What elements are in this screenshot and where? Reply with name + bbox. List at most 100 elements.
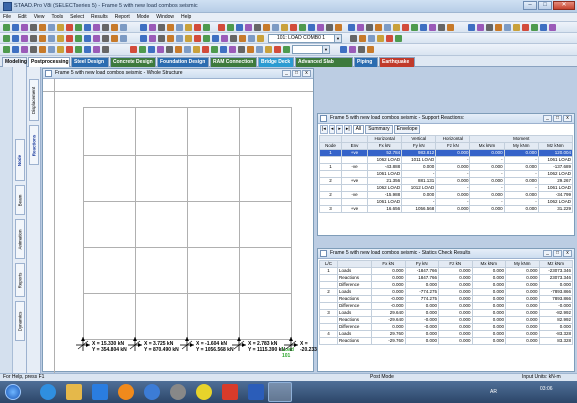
- toolbar-button[interactable]: [3, 35, 10, 42]
- toolbar-button[interactable]: [157, 46, 164, 53]
- toolbar-button[interactable]: [176, 35, 183, 42]
- start-button[interactable]: [5, 384, 21, 400]
- chrome-icon[interactable]: [196, 384, 212, 400]
- toolbar-button[interactable]: [350, 35, 357, 42]
- restore-button[interactable]: □: [553, 115, 562, 122]
- table-row[interactable]: 1061 LOAD - - - -1062 LOAD: [319, 198, 573, 206]
- toolbar-button[interactable]: [102, 35, 109, 42]
- toolbar-button[interactable]: [194, 24, 201, 31]
- toolbar-button[interactable]: [375, 24, 382, 31]
- table-row[interactable]: 2 +ve 21.356 881.131 0.000 0.000 0.000 29.267: [319, 177, 573, 185]
- toolbar-button[interactable]: [308, 24, 315, 31]
- toolbar-button[interactable]: [93, 35, 100, 42]
- toolbar-button[interactable]: [75, 35, 82, 42]
- toolbar-button[interactable]: [120, 35, 127, 42]
- toolbar-button[interactable]: [549, 24, 556, 31]
- toolbar-button[interactable]: [367, 46, 374, 53]
- toolbar-button[interactable]: [193, 46, 200, 53]
- support-reactions-window[interactable]: Frame 5 with new load combos seismic - S…: [317, 113, 575, 236]
- minimize-button[interactable]: _: [282, 70, 291, 77]
- toolbar-button[interactable]: [447, 24, 454, 31]
- toolbar-button[interactable]: [211, 46, 218, 53]
- sidetab-dynamics[interactable]: Dynamics: [15, 301, 25, 341]
- toolbar-button[interactable]: [513, 24, 520, 31]
- menu-window[interactable]: Window: [156, 14, 174, 20]
- menu-edit[interactable]: Edit: [18, 14, 27, 20]
- sidetab-animation[interactable]: Animation: [15, 219, 25, 259]
- toolbar-button[interactable]: [84, 24, 91, 31]
- toolbar-button[interactable]: [66, 35, 73, 42]
- toolbar-button[interactable]: [531, 24, 538, 31]
- toolbar-button[interactable]: [158, 35, 165, 42]
- column-header[interactable]: Fz kN: [435, 142, 471, 150]
- table-row[interactable]: 2 Loads 0.000 -774.275 0.000 0.000 0.000 -7893.…: [319, 288, 573, 296]
- toolbar-button[interactable]: [395, 35, 402, 42]
- menu-file[interactable]: File: [3, 14, 11, 20]
- toolbar-button[interactable]: [256, 46, 263, 53]
- toolbar-button[interactable]: [245, 24, 252, 31]
- toolbar-button[interactable]: [48, 24, 55, 31]
- column-header[interactable]: Mz kNm: [538, 260, 573, 268]
- nav-prev-icon[interactable]: ◂: [328, 125, 336, 134]
- toolbar-button[interactable]: [75, 24, 82, 31]
- tab-advanced-slab-design[interactable]: Advanced Slab Design: [295, 57, 353, 74]
- toolbar-button[interactable]: [359, 35, 366, 42]
- toolbar-button[interactable]: [57, 24, 64, 31]
- column-header[interactable]: Mz kNm: [537, 142, 573, 150]
- sidetab-node[interactable]: Node: [15, 139, 25, 181]
- browser-icon[interactable]: [40, 384, 56, 400]
- table-row[interactable]: Difference -0.000 0.000 0.000 0.000 0.000 -0.0…: [319, 302, 573, 310]
- toolbar-button[interactable]: [30, 24, 37, 31]
- toolbar-button[interactable]: [166, 46, 173, 53]
- column-header[interactable]: My kNm: [505, 260, 540, 268]
- toolbar-button[interactable]: [348, 24, 355, 31]
- toolbar-button[interactable]: [384, 24, 391, 31]
- tab-piping[interactable]: Piping: [354, 57, 378, 67]
- subtab-displacement[interactable]: Displacement: [29, 79, 39, 121]
- table-row[interactable]: 1 +ve 52.784 983.812 0.000 0.000 0.000 120.004: [319, 149, 573, 157]
- column-header[interactable]: Fz kN: [438, 260, 473, 268]
- tab-earthquake[interactable]: Earthquake: [379, 57, 415, 67]
- toolbar-button[interactable]: [257, 35, 264, 42]
- toolbar-button[interactable]: [272, 24, 279, 31]
- toolbar-button[interactable]: [3, 24, 10, 31]
- toolbar-button[interactable]: [12, 24, 19, 31]
- media-icon[interactable]: [92, 384, 108, 400]
- toolbar-button[interactable]: [66, 46, 73, 53]
- toolbar-button[interactable]: [84, 46, 91, 53]
- restore-button[interactable]: □: [292, 70, 301, 77]
- sidetab-reports[interactable]: Reports: [15, 263, 25, 297]
- statics-check-grid[interactable]: L/C Fx kN Fy kN Fz kN Mx kNm My kNm Mz kNm 1 Lo…: [319, 260, 573, 371]
- toolbar-button[interactable]: [281, 24, 288, 31]
- toolbar-button[interactable]: [203, 35, 210, 42]
- toolbar-button[interactable]: [139, 46, 146, 53]
- table-row[interactable]: 1062 LOAD 1012 LOAD - - -1061 LOAD: [319, 184, 573, 192]
- app-icon[interactable]: [118, 384, 134, 400]
- nav-next-icon[interactable]: ▸: [336, 125, 343, 134]
- toolbar-button[interactable]: [495, 24, 502, 31]
- toolbar-button[interactable]: [75, 46, 82, 53]
- toolbar-button[interactable]: [317, 24, 324, 31]
- toolbar-button[interactable]: [194, 35, 201, 42]
- menu-report[interactable]: Report: [115, 14, 130, 20]
- minimize-button[interactable]: _: [543, 250, 552, 257]
- menu-results[interactable]: Results: [91, 14, 108, 20]
- table-row[interactable]: 1 Loads 0.000 -1847.766 0.000 0.000 0.000 -2307…: [319, 267, 573, 275]
- toolbar-button[interactable]: [167, 35, 174, 42]
- statics-check-window[interactable]: Frame 5 with new load combos seismic - S…: [317, 248, 575, 372]
- minimize-button[interactable]: _: [543, 115, 552, 122]
- toolbar-button[interactable]: [238, 46, 245, 53]
- toolbar-button[interactable]: [148, 46, 155, 53]
- toolbar-button[interactable]: [212, 35, 219, 42]
- toolbar-button[interactable]: [203, 24, 210, 31]
- toolbar-button[interactable]: [290, 24, 297, 31]
- toolbar-button[interactable]: [39, 24, 46, 31]
- tab-summary[interactable]: Summary: [365, 125, 393, 134]
- toolbar-button[interactable]: [21, 35, 28, 42]
- staad-taskbar-button[interactable]: [268, 382, 292, 402]
- toolbar-button[interactable]: [30, 35, 37, 42]
- toolbar-button[interactable]: [326, 24, 333, 31]
- close-button[interactable]: x: [563, 250, 572, 257]
- toolbar-button[interactable]: [176, 24, 183, 31]
- menu-mode[interactable]: Mode: [137, 14, 150, 20]
